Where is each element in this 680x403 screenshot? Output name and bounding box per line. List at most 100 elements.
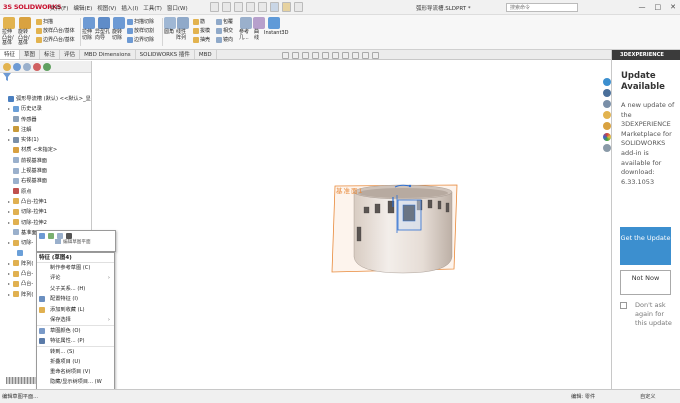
tab-3[interactable]: 评估 [60, 50, 81, 59]
custom-properties-icon[interactable] [602, 144, 611, 152]
instant3d-button[interactable]: Instant3D [264, 30, 288, 36]
context-menu-item[interactable]: 保存选择 › [37, 315, 114, 325]
context-menu-item[interactable]: 隐藏/显示树项目... (W [37, 377, 114, 387]
previous-view-icon[interactable] [302, 52, 309, 59]
design-library-icon[interactable] [602, 111, 611, 119]
fillet-button[interactable]: 圆角 [164, 29, 174, 36]
context-menu-item[interactable]: 折叠项目 (U) [37, 357, 114, 367]
tree-item[interactable]: 前视基准面 [0, 156, 92, 166]
loft-cut-button[interactable]: 放样切割 [127, 27, 154, 34]
tree-item[interactable]: 原点 [0, 187, 92, 197]
dont-ask-option[interactable]: Don't ask again for this update [620, 301, 676, 328]
rib-button[interactable]: 筋 [193, 18, 205, 25]
draft-button[interactable]: 拔模 [193, 27, 210, 34]
open-icon[interactable] [222, 2, 231, 12]
sketch-profile[interactable] [402, 204, 416, 222]
undo-icon[interactable] [258, 2, 267, 12]
part-model[interactable] [92, 61, 611, 389]
zoom-area-icon[interactable] [292, 52, 299, 59]
tab-6[interactable]: MBD [195, 50, 217, 59]
sketch-point[interactable] [408, 184, 412, 188]
get-update-button[interactable]: Get the Update [620, 227, 671, 265]
tree-item[interactable]: 上视基准面 [0, 166, 92, 176]
shell-button[interactable]: 抽壳 [193, 36, 210, 43]
view-orientation-icon[interactable] [322, 52, 329, 59]
context-menu-item[interactable]: 添加到收藏 (L) [37, 305, 114, 315]
minimize-button[interactable]: — [639, 3, 646, 11]
revolve-boss-icon[interactable] [19, 17, 31, 29]
resources-icon[interactable] [602, 100, 611, 108]
new-icon[interactable] [210, 2, 219, 12]
context-menu-item[interactable]: 父子关系... (H) [37, 284, 114, 294]
boundary-boss-button[interactable]: 边界凸台/基体 [36, 36, 75, 43]
search-input[interactable]: 搜索命令 [506, 3, 578, 12]
dimxpert-tab-icon[interactable] [33, 63, 41, 71]
appearance-icon[interactable] [352, 52, 359, 59]
tree-item[interactable]: ▸ 实体(1) [0, 135, 92, 145]
revolve-cut-icon[interactable] [113, 17, 125, 29]
tree-item[interactable]: 弧形导流槽 (默认) <<默认>_显 [0, 94, 92, 104]
tree-item[interactable]: ▸ 注解 [0, 125, 92, 135]
property-tab-icon[interactable] [13, 63, 21, 71]
menu-item[interactable]: 工具(T) [143, 4, 162, 12]
context-menu-item[interactable]: 评论 › [37, 273, 114, 283]
feature-tree-tab-icon[interactable] [3, 63, 11, 71]
menu-item[interactable]: 文件(F) [50, 4, 68, 12]
dont-ask-checkbox[interactable] [620, 302, 627, 309]
zoom-fit-icon[interactable] [282, 52, 289, 59]
context-menu-item[interactable]: 转到... (S) [37, 346, 114, 356]
view-settings-icon[interactable] [372, 52, 379, 59]
fillet-icon[interactable] [164, 17, 176, 29]
scene-icon[interactable] [362, 52, 369, 59]
tree-item[interactable]: 右视基准面 [0, 176, 92, 186]
extrude-cut-icon[interactable] [83, 17, 95, 29]
tree-item[interactable]: ▸ 切除-拉伸1 [0, 207, 92, 217]
tab-2[interactable]: 标注 [40, 50, 61, 59]
save-icon[interactable] [234, 2, 243, 12]
display-tab-icon[interactable] [43, 63, 51, 71]
close-button[interactable]: ✕ [670, 3, 676, 11]
mirror-button[interactable]: 镜向 [216, 36, 233, 43]
not-now-button[interactable]: Not Now [620, 270, 671, 295]
file-explorer-icon[interactable] [602, 122, 611, 130]
wrap-button[interactable]: 包覆 [216, 18, 233, 25]
context-menu-item[interactable]: 制作参考草图 (C) [37, 263, 114, 273]
extrude-cut-button[interactable]: 拉伸 切除 [82, 29, 92, 41]
linear-pattern-icon[interactable] [177, 17, 189, 29]
hide-show-icon[interactable] [342, 52, 349, 59]
edit-feature-icon[interactable] [39, 233, 45, 239]
3dexperience-icon[interactable] [602, 78, 611, 86]
display-style-icon[interactable] [332, 52, 339, 59]
extrude-boss-button[interactable]: 拉伸 凸台/ 基体 [2, 29, 14, 47]
graphics-area[interactable]: 基准面1 [92, 52, 611, 389]
sketch-plane-label[interactable]: 基准面1 [336, 185, 364, 195]
tree-item[interactable]: ▸ 切除-拉伸2 [0, 218, 92, 228]
config-tab-icon[interactable] [23, 63, 31, 71]
revolve-boss-button[interactable]: 旋转 凸台/ 基体 [18, 29, 30, 47]
revolve-cut-button[interactable]: 旋转 切除 [112, 29, 122, 41]
instant3d-icon[interactable] [268, 17, 280, 29]
sweep-button[interactable]: 扫描 [36, 18, 53, 25]
context-menu-item[interactable]: 草图颜色 (O) [37, 325, 114, 335]
boundary-cut-button[interactable]: 边界切除 [127, 36, 154, 43]
panel-scrollbar[interactable] [6, 377, 36, 384]
select-icon[interactable] [270, 2, 279, 12]
hole-wizard-button[interactable]: 异型孔 向导 [95, 29, 110, 41]
maximize-button[interactable]: □ [655, 3, 662, 11]
menu-item[interactable]: 窗口(W) [167, 4, 188, 12]
context-menu-item[interactable]: 特征属性... (P) [37, 336, 114, 346]
filter-icon[interactable] [0, 73, 91, 82]
tab-4[interactable]: MBD Dimensions [80, 50, 136, 59]
home-icon[interactable] [602, 89, 611, 97]
rebuild-icon[interactable] [282, 2, 291, 12]
tab-5[interactable]: SOLIDWORKS 插件 [136, 50, 195, 59]
print-icon[interactable] [246, 2, 255, 12]
menu-item[interactable]: 视图(V) [97, 4, 116, 12]
context-menu-item[interactable]: 配置特征 (I) [37, 294, 114, 304]
tree-item[interactable]: 材质 <未指定> [0, 145, 92, 155]
menu-item[interactable]: 插入(I) [121, 4, 138, 12]
tree-item[interactable]: ▸ 凸台-拉伸1 [0, 197, 92, 207]
tab-1[interactable]: 草图 [20, 50, 41, 59]
options-icon[interactable] [294, 2, 303, 12]
edit-sketch-icon[interactable] [48, 233, 54, 239]
